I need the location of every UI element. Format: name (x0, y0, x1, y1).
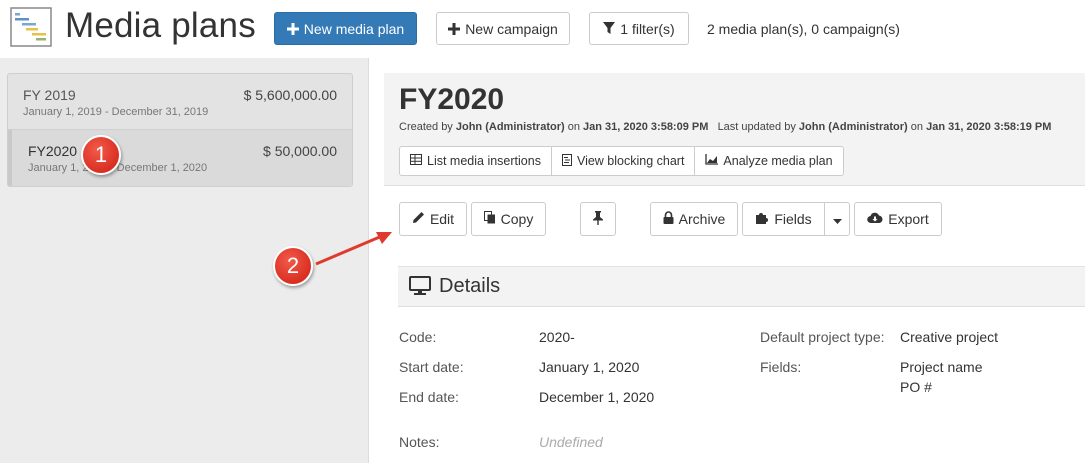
plan-amount: $ 5,600,000.00 (243, 87, 337, 103)
annotation-badge-2: 2 (273, 246, 313, 286)
pencil-icon (412, 211, 425, 227)
list-media-insertions-label: List media insertions (427, 154, 541, 168)
plan-links-group: List media insertions View blocking char… (399, 146, 844, 176)
pin-icon (592, 210, 604, 228)
annotation-arrow-icon (315, 232, 392, 266)
analyze-media-plan-label: Analyze media plan (723, 154, 833, 168)
puzzle-icon (755, 211, 769, 228)
caret-down-icon (832, 211, 842, 227)
table-icon (410, 154, 422, 168)
fields-label: Fields (774, 211, 812, 227)
view-blocking-chart-label: View blocking chart (576, 154, 685, 168)
plus-icon (448, 22, 461, 35)
field-po-number: PO # (900, 379, 932, 395)
notes-value: Undefined (539, 434, 603, 450)
new-media-plan-button[interactable]: New media plan (274, 12, 417, 45)
page-title: Media plans (65, 6, 256, 45)
notes-label: Notes: (399, 434, 440, 450)
new-campaign-button[interactable]: New campaign (436, 12, 570, 45)
plan-dates: January 1, 2019 - December 31, 2019 (23, 106, 209, 118)
plan-meta: Created by John (Administrator) on Jan 3… (399, 121, 1051, 133)
end-date-label: End date: (399, 389, 459, 405)
start-date-label: Start date: (399, 359, 464, 375)
export-label: Export (888, 211, 929, 227)
view-blocking-chart-button[interactable]: View blocking chart (552, 147, 696, 175)
export-button[interactable]: Export (854, 202, 942, 236)
filter-icon (603, 22, 616, 35)
updated-by: John (Administrator) (798, 121, 908, 133)
start-date-value: January 1, 2020 (539, 359, 640, 375)
blocking-chart-icon (561, 153, 572, 169)
media-plan-item-fy2019[interactable]: FY 2019 January 1, 2019 - December 31, 2… (8, 74, 352, 130)
annotation-badge-1: 1 (81, 135, 121, 175)
fields-label: Fields: (760, 359, 802, 375)
details-title: Details (439, 275, 501, 297)
copy-icon (483, 211, 496, 227)
updated-at: Jan 31, 2020 3:58:19 PM (926, 121, 1052, 133)
archive-label: Archive (678, 211, 726, 227)
created-prefix: Created by (399, 121, 453, 133)
code-value: 2020- (539, 329, 575, 345)
top-bar: Media plans New media plan New campaign … (0, 0, 1085, 58)
archive-button[interactable]: Archive (650, 202, 738, 236)
new-media-plan-label: New media plan (303, 20, 405, 37)
analyze-media-plan-button[interactable]: Analyze media plan (695, 147, 842, 175)
filter-label: 1 filter(s) (620, 20, 675, 37)
created-on-word: on (567, 121, 580, 133)
created-at: Jan 31, 2020 3:58:09 PM (583, 121, 709, 133)
annotation-badge-1-label: 1 (94, 142, 108, 167)
updated-prefix: Last updated by (717, 121, 796, 133)
edit-label: Edit (429, 211, 455, 227)
media-plan-list: FY 2019 January 1, 2019 - December 31, 2… (7, 73, 353, 187)
updated-on-word: on (910, 121, 924, 133)
details-panel-header: Details (398, 266, 1085, 307)
project-type-value: Creative project (900, 329, 999, 345)
copy-button[interactable]: Copy (471, 202, 546, 236)
cloud-download-icon (867, 211, 883, 227)
edit-button[interactable]: Edit (399, 202, 467, 236)
plan-header: FY2020 Created by John (Administrator) o… (384, 73, 1085, 186)
fields-dropdown-toggle[interactable] (824, 202, 850, 236)
plan-title: FY2020 (399, 83, 505, 116)
plan-amount: $ 50,000.00 (263, 143, 337, 159)
annotation-badge-2-label: 2 (286, 253, 300, 278)
media-plan-logo-icon (10, 7, 52, 47)
created-by: John (Administrator) (455, 121, 565, 133)
new-campaign-label: New campaign (465, 20, 558, 37)
area-chart-icon (705, 154, 719, 168)
monitor-icon (409, 276, 431, 301)
results-summary: 2 media plan(s), 0 campaign(s) (707, 21, 900, 37)
pin-button[interactable] (580, 202, 616, 236)
plan-name: FY2020 (28, 143, 78, 159)
fields-button[interactable]: Fields (742, 202, 825, 236)
filter-button[interactable]: 1 filter(s) (589, 12, 689, 45)
end-date-value: December 1, 2020 (539, 389, 655, 405)
copy-label: Copy (500, 211, 534, 227)
lock-icon (663, 211, 674, 227)
code-label: Code: (399, 329, 437, 345)
plus-icon (286, 22, 299, 35)
field-project-name: Project name (900, 359, 983, 375)
media-plan-item-fy2020[interactable]: FY2020 January 1, 2020 - December 1, 202… (8, 130, 352, 186)
list-media-insertions-button[interactable]: List media insertions (400, 147, 552, 175)
plan-name: FY 2019 (23, 87, 76, 103)
project-type-label: Default project type: (760, 329, 885, 345)
